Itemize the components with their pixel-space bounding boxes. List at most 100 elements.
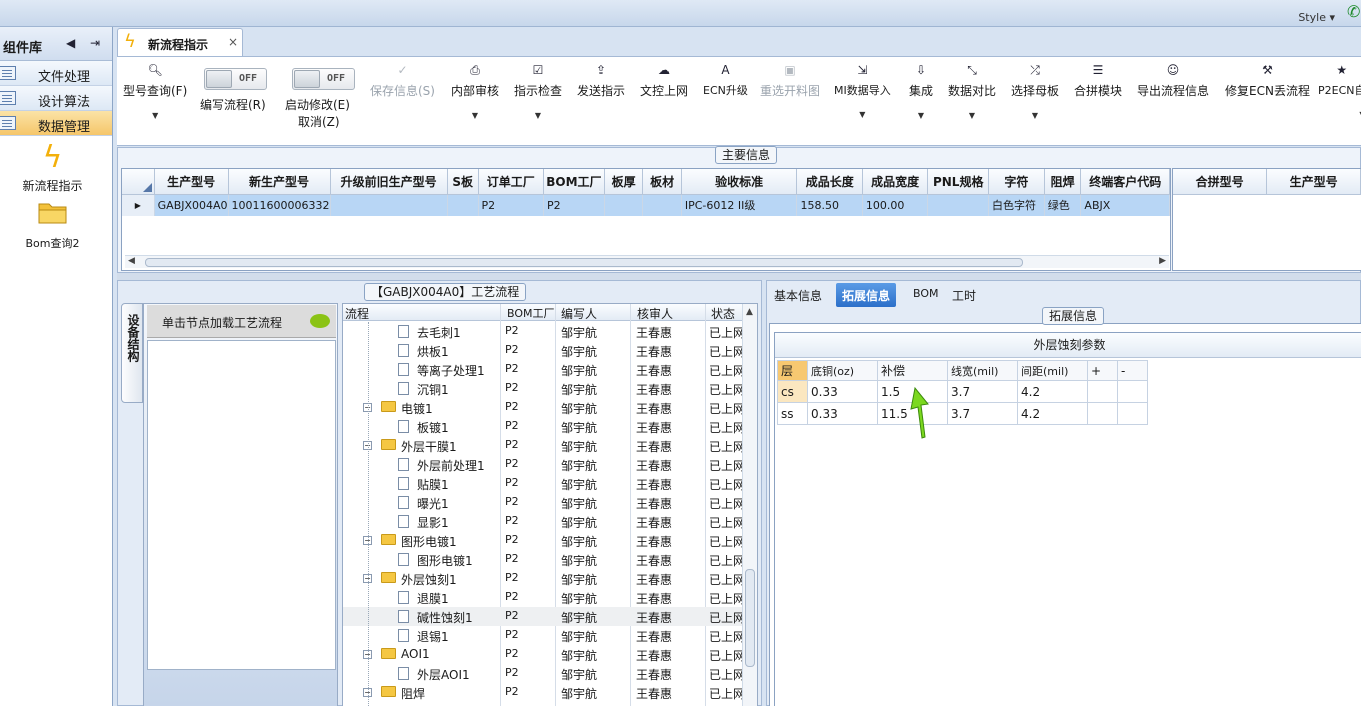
chevron-down-icon[interactable]: ▼ xyxy=(948,111,996,120)
pin-icon[interactable]: ⇥ xyxy=(90,36,100,50)
add-row-button[interactable]: + xyxy=(1087,360,1118,381)
column-header[interactable]: 状态 xyxy=(711,305,735,322)
close-icon[interactable]: × xyxy=(228,35,238,49)
column-header[interactable]: 板材 xyxy=(642,169,682,195)
tree-row[interactable]: 外层AOI1 P2 邹宇航 王春惠 已上网 xyxy=(343,664,745,683)
cancel-button[interactable]: 取消(Z) xyxy=(298,113,340,130)
tab-new-flow-instruction[interactable]: ϟ 新流程指示 × xyxy=(117,28,243,56)
column-header[interactable]: 生产型号 xyxy=(1266,169,1361,195)
save-info-button[interactable]: ✓ 保存信息(S) xyxy=(370,63,435,99)
vertical-scrollbar[interactable]: ▲ xyxy=(742,304,757,706)
tree-row[interactable]: 烘板1 P2 邹宇航 王春惠 已上网 xyxy=(343,341,745,360)
upload-control-button[interactable]: ☁ 文控上网 xyxy=(640,63,688,99)
tree-row[interactable]: 贴膜1 P2 邹宇航 王春惠 已上网 xyxy=(343,474,745,493)
bom-query-tool[interactable]: Bom查询2 xyxy=(0,199,105,251)
base-copper-cell[interactable]: 0.33 xyxy=(807,380,878,403)
nav-item-file-processing[interactable]: 文件处理 xyxy=(0,61,112,86)
column-header[interactable]: 合拼型号 xyxy=(1173,169,1268,195)
model-query-button[interactable]: 🔍︎ 型号查询(F) ▼ xyxy=(123,63,187,120)
column-header[interactable]: 核审人 xyxy=(637,305,673,322)
column-header[interactable]: BOM工厂 xyxy=(507,305,555,321)
tree-row[interactable]: 板镀1 P2 邹宇航 王春惠 已上网 xyxy=(343,417,745,436)
p2ecn-button[interactable]: ★ P2ECN自 ▼ xyxy=(1318,63,1361,119)
grid-cell[interactable] xyxy=(330,194,448,216)
base-copper-cell[interactable]: 0.33 xyxy=(807,402,878,425)
tree-row[interactable]: 外层前处理1 P2 邹宇航 王春惠 已上网 xyxy=(343,455,745,474)
instruction-check-button[interactable]: ☑ 指示检查 ▼ xyxy=(514,63,562,120)
new-flow-instruction-tool[interactable]: ϟ 新流程指示 xyxy=(0,141,105,194)
chevron-down-icon[interactable]: ▼ xyxy=(909,111,933,120)
integrate-button[interactable]: ⇩ 集成 ▼ xyxy=(909,63,933,120)
scroll-left-icon[interactable]: ◀ xyxy=(128,256,135,266)
table-row[interactable]: cs 0.33 1.5 3.7 4.2 xyxy=(777,380,1148,403)
tree-row[interactable]: − 电镀1 P2 邹宇航 王春惠 已上网 xyxy=(343,398,745,417)
tree-row[interactable]: 曝光1 P2 邹宇航 王春惠 已上网 xyxy=(343,493,745,512)
grid-cell[interactable]: 100.00 xyxy=(862,194,929,216)
plus-cell[interactable] xyxy=(1087,402,1118,425)
nav-item-data-management[interactable]: 数据管理 xyxy=(0,111,112,136)
tree-row[interactable]: − 外层干膜1 P2 邹宇航 王春惠 已上网 xyxy=(343,436,745,455)
chevron-down-icon[interactable]: ▼ xyxy=(834,110,891,119)
grid-cell[interactable]: 10011600006332 xyxy=(228,194,331,216)
tree-row[interactable]: 等离子处理1 P2 邹宇航 王春惠 已上网 xyxy=(343,360,745,379)
column-header[interactable]: S板 xyxy=(447,169,479,195)
style-menu[interactable]: Style ▾ xyxy=(1298,11,1335,24)
column-header[interactable]: 新生产型号 xyxy=(228,169,331,195)
column-header[interactable]: 终端客户代码 xyxy=(1080,169,1170,195)
tree-row[interactable]: − 外层蚀刻1 P2 邹宇航 王春惠 已上网 xyxy=(343,569,745,588)
grid-cell[interactable] xyxy=(604,194,644,216)
tree-row[interactable]: 退膜1 P2 邹宇航 王春惠 已上网 xyxy=(343,588,745,607)
tree-row[interactable]: 沉铜1 P2 邹宇航 王春惠 已上网 xyxy=(343,379,745,398)
layer-cell[interactable]: ss xyxy=(777,402,808,425)
tab-basic-info[interactable]: 基本信息 xyxy=(768,283,828,307)
grid-cell[interactable]: IPC-6012 II级 xyxy=(681,194,798,216)
spacing-cell[interactable]: 4.2 xyxy=(1017,380,1088,403)
grid-cell[interactable]: P2 xyxy=(478,194,544,216)
tree-row[interactable]: − 阻焊 P2 邹宇航 王春惠 已上网 xyxy=(343,683,745,702)
column-header[interactable]: 阻焊 xyxy=(1044,169,1082,195)
remove-row-button[interactable]: - xyxy=(1117,360,1148,381)
tree-row[interactable]: 碱性蚀刻1 P2 邹宇航 王春惠 已上网 xyxy=(343,607,745,626)
tree-row[interactable]: 退锡1 P2 邹宇航 王春惠 已上网 xyxy=(343,626,745,645)
column-header[interactable]: 订单工厂 xyxy=(478,169,544,195)
grid-cell[interactable] xyxy=(927,194,990,216)
data-compare-button[interactable]: ⤡ 数据对比 ▼ xyxy=(948,63,996,120)
plus-cell[interactable] xyxy=(1087,380,1118,403)
minus-cell[interactable] xyxy=(1117,380,1148,403)
tree-row[interactable]: − 图形电镀1 P2 邹宇航 王春惠 已上网 xyxy=(343,531,745,550)
chevron-down-icon[interactable]: ▼ xyxy=(1011,111,1059,120)
grid-cell[interactable]: ABJX xyxy=(1080,194,1170,216)
select-master-button[interactable]: ⤮ 选择母板 ▼ xyxy=(1011,63,1059,120)
chevron-down-icon[interactable]: ▼ xyxy=(1318,110,1361,119)
grid-cell[interactable]: P2 xyxy=(543,194,605,216)
line-width-cell[interactable]: 3.7 xyxy=(947,380,1018,403)
tab-extended-info[interactable]: 拓展信息 xyxy=(836,283,897,307)
column-header[interactable]: 板厚 xyxy=(604,169,644,195)
column-header[interactable]: 流程 xyxy=(345,305,369,322)
horizontal-splitter[interactable] xyxy=(117,273,1361,280)
grid-cell[interactable]: 158.50 xyxy=(796,194,863,216)
line-width-cell[interactable]: 3.7 xyxy=(947,402,1018,425)
minus-cell[interactable] xyxy=(1117,402,1148,425)
grid-cell[interactable]: GABJX004A0 xyxy=(154,194,229,216)
horizontal-scrollbar[interactable]: ◀ ▶ xyxy=(125,255,1169,268)
tree-row[interactable]: 显影1 P2 邹宇航 王春惠 已上网 xyxy=(343,512,745,531)
internal-review-button[interactable]: ⎙ 内部审核 ▼ xyxy=(451,63,499,120)
grid-cell[interactable] xyxy=(447,194,479,216)
grid-cell[interactable] xyxy=(642,194,682,216)
scroll-thumb[interactable] xyxy=(145,258,1023,267)
column-header[interactable]: 字符 xyxy=(988,169,1045,195)
tab-work-hours[interactable]: 工时 xyxy=(946,283,982,307)
tab-bom[interactable]: BOM xyxy=(907,283,945,307)
edit-flow-toggle[interactable]: OFF xyxy=(204,68,267,90)
table-row[interactable]: ss 0.33 11.5 3.7 4.2 xyxy=(777,402,1148,425)
fix-ecn-button[interactable]: ⚒ 修复ECN丢流程 xyxy=(1225,63,1310,99)
redraw-cutting-button[interactable]: ▣ 重选开料图 xyxy=(760,63,820,99)
column-header[interactable]: 成品长度 xyxy=(796,169,863,195)
chevron-down-icon[interactable]: ▼ xyxy=(123,111,187,120)
scroll-up-icon[interactable]: ▲ xyxy=(746,307,753,317)
row-indicator-icon[interactable]: ▶ xyxy=(122,194,155,216)
grid-cell[interactable]: 绿色 xyxy=(1044,194,1082,216)
spacing-cell[interactable]: 4.2 xyxy=(1017,402,1088,425)
collapse-left-icon[interactable]: ◀ xyxy=(66,36,75,50)
